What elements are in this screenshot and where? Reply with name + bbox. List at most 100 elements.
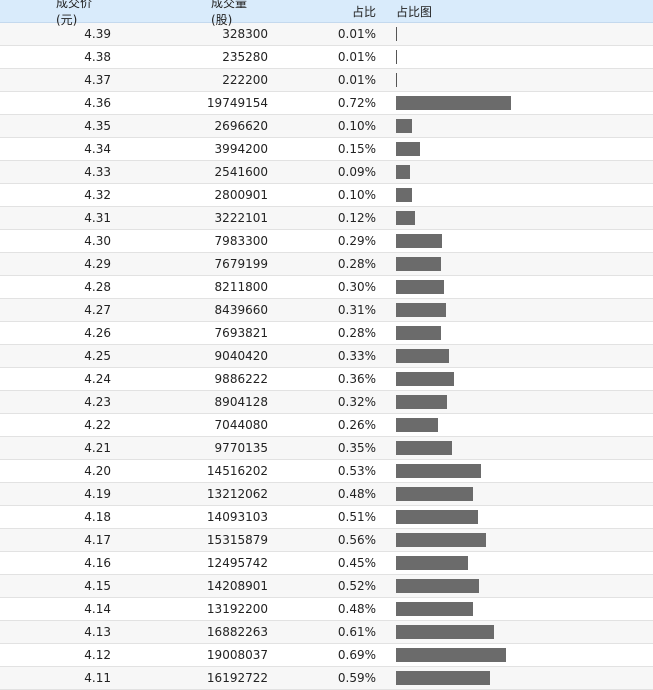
table-row[interactable]: 4.31 3222101 0.12% — [0, 207, 653, 230]
cell-volume: 3222101 — [214, 211, 268, 225]
ratio-bar — [396, 648, 506, 662]
cell-volume: 2696620 — [214, 119, 268, 133]
cell-volume: 16192722 — [206, 671, 268, 685]
cell-ratio-bar — [376, 368, 653, 390]
table-row[interactable]: 4.32 2800901 0.10% — [0, 184, 653, 207]
cell-ratio: 0.09% — [337, 165, 376, 179]
header-price[interactable]: 成交价(元) — [0, 0, 111, 28]
table-row[interactable]: 4.17 15315879 0.56% — [0, 529, 653, 552]
table-row[interactable]: 4.26 7693821 0.28% — [0, 322, 653, 345]
table-row[interactable]: 4.21 9770135 0.35% — [0, 437, 653, 460]
cell-ratio: 0.32% — [337, 395, 376, 409]
ratio-bar — [396, 418, 438, 432]
cell-volume: 9886222 — [214, 372, 268, 386]
cell-ratio-bar — [376, 414, 653, 436]
ratio-bar — [396, 142, 420, 156]
table-row[interactable]: 4.35 2696620 0.10% — [0, 115, 653, 138]
cell-volume: 8439660 — [214, 303, 268, 317]
table-row[interactable]: 4.19 13212062 0.48% — [0, 483, 653, 506]
cell-price: 4.24 — [84, 372, 111, 386]
ratio-bar — [396, 556, 468, 570]
header-volume[interactable]: 成交量(股) — [111, 0, 268, 28]
cell-price: 4.28 — [84, 280, 111, 294]
ratio-bar — [396, 510, 478, 524]
table-row[interactable]: 4.36 19749154 0.72% — [0, 92, 653, 115]
cell-ratio: 0.59% — [337, 671, 376, 685]
table-row[interactable]: 4.29 7679199 0.28% — [0, 253, 653, 276]
ratio-bar — [396, 27, 397, 41]
cell-ratio: 0.72% — [337, 96, 376, 110]
table-row[interactable]: 4.27 8439660 0.31% — [0, 299, 653, 322]
table-row[interactable]: 4.20 14516202 0.53% — [0, 460, 653, 483]
table-row[interactable]: 4.22 7044080 0.26% — [0, 414, 653, 437]
cell-price: 4.27 — [84, 303, 111, 317]
table-row[interactable]: 4.12 19008037 0.69% — [0, 644, 653, 667]
table-row[interactable]: 4.30 7983300 0.29% — [0, 230, 653, 253]
table-row[interactable]: 4.38 235280 0.01% — [0, 46, 653, 69]
cell-ratio-bar — [376, 575, 653, 597]
ratio-bar — [396, 257, 441, 271]
cell-price: 4.32 — [84, 188, 111, 202]
table-row[interactable]: 4.24 9886222 0.36% — [0, 368, 653, 391]
cell-price: 4.29 — [84, 257, 111, 271]
cell-ratio-bar — [376, 552, 653, 574]
cell-ratio: 0.51% — [337, 510, 376, 524]
cell-volume: 8211800 — [214, 280, 268, 294]
table-row[interactable]: 4.14 13192200 0.48% — [0, 598, 653, 621]
table-row[interactable]: 4.15 14208901 0.52% — [0, 575, 653, 598]
table-body: 4.39 328300 0.01% 4.38 235280 0.01% 4.37 222200… — [0, 23, 653, 690]
cell-price: 4.20 — [84, 464, 111, 478]
table-header: 成交价(元) 成交量(股) 占比 占比图 — [0, 0, 653, 27]
cell-ratio: 0.29% — [337, 234, 376, 248]
cell-ratio-bar — [376, 529, 653, 551]
ratio-bar — [396, 441, 452, 455]
cell-ratio-bar — [376, 69, 653, 91]
header-ratio[interactable]: 占比 — [268, 3, 376, 20]
cell-price: 4.36 — [84, 96, 111, 110]
table-row[interactable]: 4.16 12495742 0.45% — [0, 552, 653, 575]
ratio-bar — [396, 211, 415, 225]
table-row[interactable]: 4.23 8904128 0.32% — [0, 391, 653, 414]
table-row[interactable]: 4.11 16192722 0.59% — [0, 667, 653, 690]
cell-ratio: 0.12% — [337, 211, 376, 225]
cell-volume: 2541600 — [214, 165, 268, 179]
ratio-bar — [396, 464, 481, 478]
cell-price: 4.18 — [84, 510, 111, 524]
cell-volume: 13212062 — [206, 487, 268, 501]
cell-volume: 7983300 — [214, 234, 268, 248]
cell-ratio: 0.61% — [337, 625, 376, 639]
ratio-bar — [396, 119, 412, 133]
cell-ratio: 0.33% — [337, 349, 376, 363]
table-row[interactable]: 4.25 9040420 0.33% — [0, 345, 653, 368]
cell-price: 4.39 — [84, 27, 111, 41]
cell-price: 4.31 — [84, 211, 111, 225]
ratio-bar — [396, 326, 441, 340]
ratio-bar — [396, 280, 444, 294]
cell-ratio-bar — [376, 161, 653, 183]
table-row[interactable]: 4.33 2541600 0.09% — [0, 161, 653, 184]
cell-volume: 12495742 — [206, 556, 268, 570]
cell-volume: 19008037 — [206, 648, 268, 662]
cell-ratio-bar — [376, 644, 653, 666]
ratio-bar — [396, 487, 473, 501]
cell-volume: 3994200 — [214, 142, 268, 156]
cell-ratio-bar — [376, 138, 653, 160]
table-row[interactable]: 4.28 8211800 0.30% — [0, 276, 653, 299]
cell-volume: 7693821 — [214, 326, 268, 340]
cell-price: 4.17 — [84, 533, 111, 547]
cell-ratio: 0.56% — [337, 533, 376, 547]
cell-ratio: 0.48% — [337, 487, 376, 501]
ratio-bar — [396, 533, 486, 547]
cell-price: 4.21 — [84, 441, 111, 455]
cell-ratio: 0.01% — [337, 73, 376, 87]
table-row[interactable]: 4.39 328300 0.01% — [0, 23, 653, 46]
table-row[interactable]: 4.37 222200 0.01% — [0, 69, 653, 92]
table-row[interactable]: 4.34 3994200 0.15% — [0, 138, 653, 161]
cell-volume: 222200 — [222, 73, 268, 87]
cell-ratio: 0.10% — [337, 119, 376, 133]
cell-price: 4.35 — [84, 119, 111, 133]
cell-ratio: 0.53% — [337, 464, 376, 478]
cell-volume: 9770135 — [214, 441, 268, 455]
table-row[interactable]: 4.18 14093103 0.51% — [0, 506, 653, 529]
table-row[interactable]: 4.13 16882263 0.61% — [0, 621, 653, 644]
